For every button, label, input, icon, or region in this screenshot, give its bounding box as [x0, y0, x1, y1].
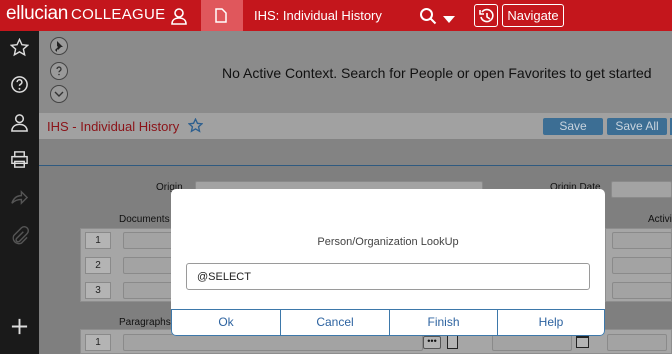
user-icon[interactable] [10, 113, 29, 132]
search-icon[interactable] [419, 7, 437, 30]
documents-grid: 1 2 3 [80, 228, 173, 302]
ellipsis-icon[interactable]: ••• [423, 336, 441, 349]
printer-icon[interactable] [10, 150, 29, 169]
star-icon[interactable] [9, 37, 30, 57]
form-subheader [39, 139, 672, 166]
context-area: No Active Context. Search for People or … [39, 31, 672, 113]
no-context-message: No Active Context. Search for People or … [222, 65, 652, 81]
lookup-input[interactable]: @SELECT [186, 263, 590, 290]
favorite-star-icon[interactable] [187, 117, 204, 138]
activity-label: Activi [648, 214, 672, 225]
activity-field[interactable] [612, 282, 672, 299]
document-row-number: 3 [85, 282, 111, 299]
top-bar: ellucian COLLEAGUE IHS: Individual Histor… [0, 0, 672, 31]
document-icon [215, 8, 227, 23]
paperclip-icon [10, 226, 29, 245]
dialog-button-row: Ok Cancel Finish Help [171, 309, 605, 336]
open-form-tab[interactable] [201, 0, 243, 31]
form-tab-title[interactable]: IHS: Individual History [254, 8, 382, 23]
paragraph-date-field[interactable] [492, 334, 572, 351]
person-lookup-dialog: Person/Organization LookUp @SELECT Ok Ca… [171, 189, 605, 336]
document-field[interactable] [123, 257, 173, 274]
history-icon [479, 8, 494, 23]
finish-button[interactable]: Finish [389, 309, 498, 336]
paragraph-extra-field[interactable] [607, 334, 667, 351]
context-expand-chevron-icon[interactable] [50, 85, 68, 103]
origin-date-field[interactable] [611, 181, 672, 198]
form-title: IHS - Individual History [47, 119, 180, 134]
search-options-caret-icon[interactable] [443, 11, 455, 29]
share-icon [10, 188, 29, 207]
document-row-number: 2 [85, 257, 111, 274]
left-rail [0, 31, 39, 354]
help-button[interactable]: Help [497, 309, 605, 336]
activity-field[interactable] [612, 257, 672, 274]
save-all-button[interactable]: Save All [607, 118, 667, 135]
paragraph-field[interactable] [123, 334, 423, 351]
pin-icon[interactable] [50, 37, 68, 55]
navigate-button[interactable]: Navigate [502, 4, 564, 27]
document-field[interactable] [123, 282, 173, 299]
activity-grid [605, 228, 672, 302]
user-profile-icon[interactable] [170, 7, 188, 25]
document-row-number: 1 [85, 232, 111, 249]
documents-label: Documents [119, 214, 170, 225]
dialog-title: Person/Organization LookUp [317, 236, 459, 248]
brand-primary: ellucian [6, 3, 69, 24]
plus-icon[interactable] [10, 317, 29, 336]
paragraph-row-number: 1 [85, 334, 111, 351]
document-field[interactable] [123, 232, 173, 249]
paragraphs-label: Paragraphs [119, 317, 171, 328]
ok-button[interactable]: Ok [171, 309, 281, 336]
calendar-icon[interactable] [576, 335, 589, 348]
brand-logo[interactable]: ellucian COLLEAGUE [6, 3, 165, 25]
recent-history-button[interactable] [474, 4, 498, 27]
document-icon[interactable] [447, 335, 458, 349]
form-header: IHS - Individual History Save Save All [39, 113, 672, 139]
save-button[interactable]: Save [543, 118, 603, 135]
context-help-icon[interactable] [50, 62, 68, 80]
cancel-button[interactable]: Cancel [280, 309, 390, 336]
activity-field[interactable] [612, 232, 672, 249]
help-icon[interactable] [10, 75, 29, 94]
brand-secondary: COLLEAGUE [71, 6, 166, 23]
